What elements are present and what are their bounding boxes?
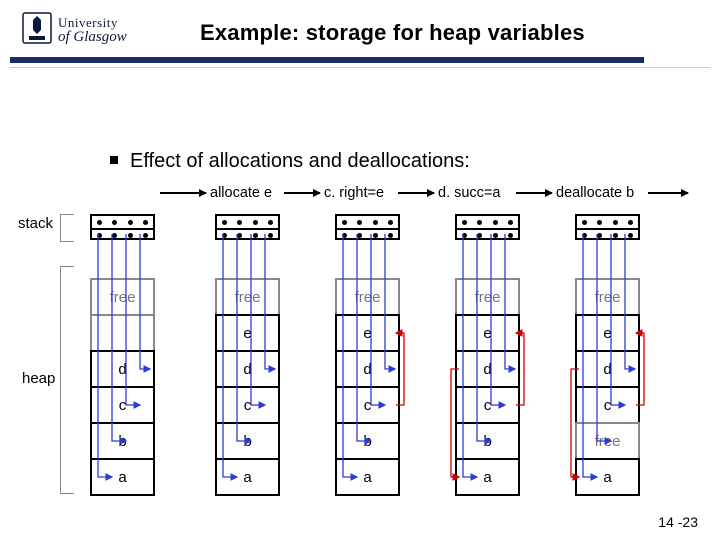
- heap-cell: c: [215, 386, 280, 424]
- heap-cell: b: [215, 422, 280, 460]
- step-d-succ-a: d. succ=a: [438, 185, 500, 201]
- heap-cell: free: [335, 278, 400, 316]
- header-rule-thin: [10, 67, 710, 68]
- slide-title: Example: storage for heap variables: [200, 20, 585, 46]
- heap-cell: d: [215, 350, 280, 388]
- bullet-text: Effect of allocations and deallocations:: [130, 150, 470, 172]
- heap-col-4: free e d c free a: [575, 278, 640, 496]
- arrow-5: [648, 192, 688, 194]
- stack-label: stack: [18, 215, 53, 232]
- bullet-effect: Effect of allocations and deallocations:: [110, 150, 470, 173]
- heap-cell: c: [90, 386, 155, 424]
- heap-col-0: free d c b a: [90, 278, 155, 496]
- bracket-stack: [60, 214, 74, 242]
- header-rule-thick: [10, 57, 644, 63]
- heap-label: heap: [22, 370, 55, 387]
- heap-col-1: free e d c b a: [215, 278, 280, 496]
- bracket-heap: [60, 266, 74, 494]
- heap-col-2: free e d c b a: [335, 278, 400, 496]
- arrow-3: [398, 192, 434, 194]
- heap-cell: free: [455, 278, 520, 316]
- heap-cell: a: [215, 458, 280, 496]
- heap-col-3: free e d c b a: [455, 278, 520, 496]
- heap-cell: a: [335, 458, 400, 496]
- heap-cell: a: [575, 458, 640, 496]
- heap-cell: d: [455, 350, 520, 388]
- stack-box-2: [335, 214, 400, 240]
- logo-line2: of Glasgow: [58, 29, 127, 46]
- heap-cell: b: [455, 422, 520, 460]
- step-c-right-e: c. right=e: [324, 185, 384, 201]
- heap-cell: c: [455, 386, 520, 424]
- heap-cell: c: [575, 386, 640, 424]
- heap-cell: e: [575, 314, 640, 352]
- stack-box-3: [455, 214, 520, 240]
- bullet-marker: [110, 156, 118, 164]
- heap-cell: d: [575, 350, 640, 388]
- heap-cell: a: [90, 458, 155, 496]
- step-allocate-e: allocate e: [210, 185, 272, 201]
- arrow-1: [160, 192, 206, 194]
- heap-cell: b: [90, 422, 155, 460]
- heap-cell: [90, 314, 155, 352]
- heap-cell: d: [335, 350, 400, 388]
- heap-cell: d: [90, 350, 155, 388]
- arrow-2: [284, 192, 320, 194]
- heap-cell: e: [215, 314, 280, 352]
- heap-cell: a: [455, 458, 520, 496]
- stack-box-4: [575, 214, 640, 240]
- step-deallocate-b: deallocate b: [556, 185, 634, 201]
- heap-cell: b: [335, 422, 400, 460]
- stack-box-0: [90, 214, 155, 240]
- page-number: 14 -23: [658, 514, 698, 530]
- heap-cell: free: [215, 278, 280, 316]
- heap-cell: e: [335, 314, 400, 352]
- heap-cell: free: [575, 278, 640, 316]
- heap-cell: free: [575, 422, 640, 460]
- university-logo: University of Glasgow: [22, 12, 127, 48]
- heap-cell: c: [335, 386, 400, 424]
- heap-cell: e: [455, 314, 520, 352]
- stack-box-1: [215, 214, 280, 240]
- arrow-4: [516, 192, 552, 194]
- heap-cell: free: [90, 278, 155, 316]
